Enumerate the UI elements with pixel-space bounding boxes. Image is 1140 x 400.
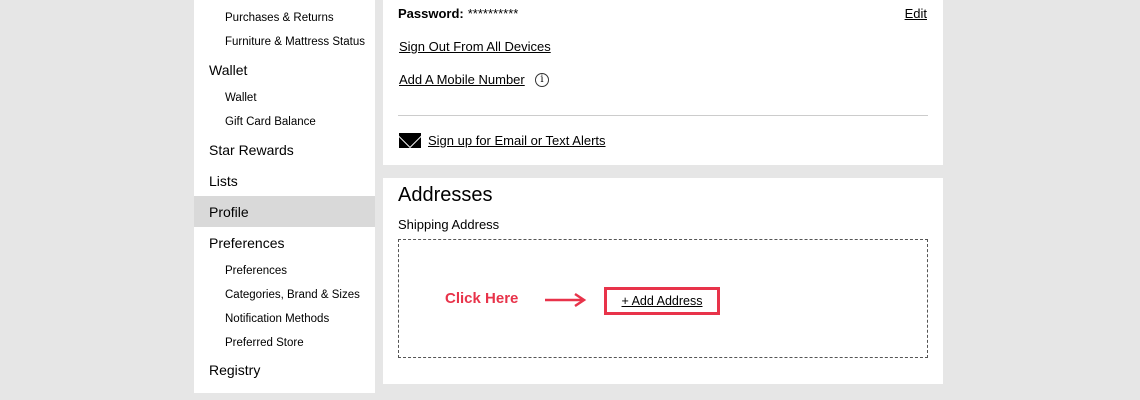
- sidebar-item-purchases-returns[interactable]: Purchases & Returns: [225, 12, 334, 24]
- add-address-link[interactable]: + Add Address: [622, 294, 703, 308]
- sidebar-item-preferred-store[interactable]: Preferred Store: [225, 337, 304, 349]
- sign-out-all-devices-link[interactable]: Sign Out From All Devices: [399, 39, 551, 54]
- account-sidebar: Purchases & Returns Furniture & Mattress…: [194, 0, 375, 393]
- envelope-icon: [399, 133, 421, 148]
- sidebar-item-label: Registry: [209, 361, 261, 378]
- sidebar-item-label: Preferences: [209, 234, 285, 251]
- divider: [398, 115, 928, 116]
- sidebar-item-registry[interactable]: Registry: [194, 356, 375, 383]
- sidebar-item-label: Wallet: [209, 61, 248, 78]
- sidebar-item-categories-brand-sizes[interactable]: Categories, Brand & Sizes: [225, 289, 360, 301]
- addresses-title: Addresses: [398, 184, 493, 206]
- arrow-right-icon: [545, 292, 587, 308]
- click-here-annotation: Click Here: [445, 290, 519, 307]
- sidebar-item-label: Lists: [209, 172, 238, 189]
- sidebar-item-label: Profile: [209, 203, 249, 220]
- sidebar-item-star-rewards[interactable]: Star Rewards: [194, 136, 375, 163]
- sidebar-item-furniture-status[interactable]: Furniture & Mattress Status: [225, 36, 365, 48]
- account-info-card: Password: ********** Edit Sign Out From A…: [383, 0, 943, 165]
- info-icon[interactable]: i: [535, 73, 549, 87]
- addresses-card: Addresses Shipping Address Click Here + …: [383, 178, 943, 384]
- password-label: Password:: [398, 6, 464, 21]
- sidebar-item-preferences-sub[interactable]: Preferences: [225, 265, 287, 277]
- shipping-address-label: Shipping Address: [398, 217, 500, 232]
- sidebar-item-label: Star Rewards: [209, 141, 294, 158]
- sidebar-item-wallet-sub[interactable]: Wallet: [225, 92, 257, 104]
- sidebar-item-wallet[interactable]: Wallet: [194, 56, 375, 83]
- sidebar-item-preferences[interactable]: Preferences: [194, 229, 375, 256]
- add-address-highlight: + Add Address: [604, 287, 720, 315]
- sidebar-item-profile[interactable]: Profile: [194, 196, 375, 227]
- edit-password-link[interactable]: Edit: [905, 6, 927, 21]
- sidebar-item-gift-card-balance[interactable]: Gift Card Balance: [225, 116, 316, 128]
- sidebar-item-notification-methods[interactable]: Notification Methods: [225, 313, 329, 325]
- sidebar-item-lists[interactable]: Lists: [194, 167, 375, 194]
- add-mobile-number-link[interactable]: Add A Mobile Number: [399, 72, 525, 87]
- password-row: Password: **********: [398, 6, 518, 21]
- password-value: **********: [467, 6, 519, 21]
- email-text-alerts-link[interactable]: Sign up for Email or Text Alerts: [428, 133, 606, 148]
